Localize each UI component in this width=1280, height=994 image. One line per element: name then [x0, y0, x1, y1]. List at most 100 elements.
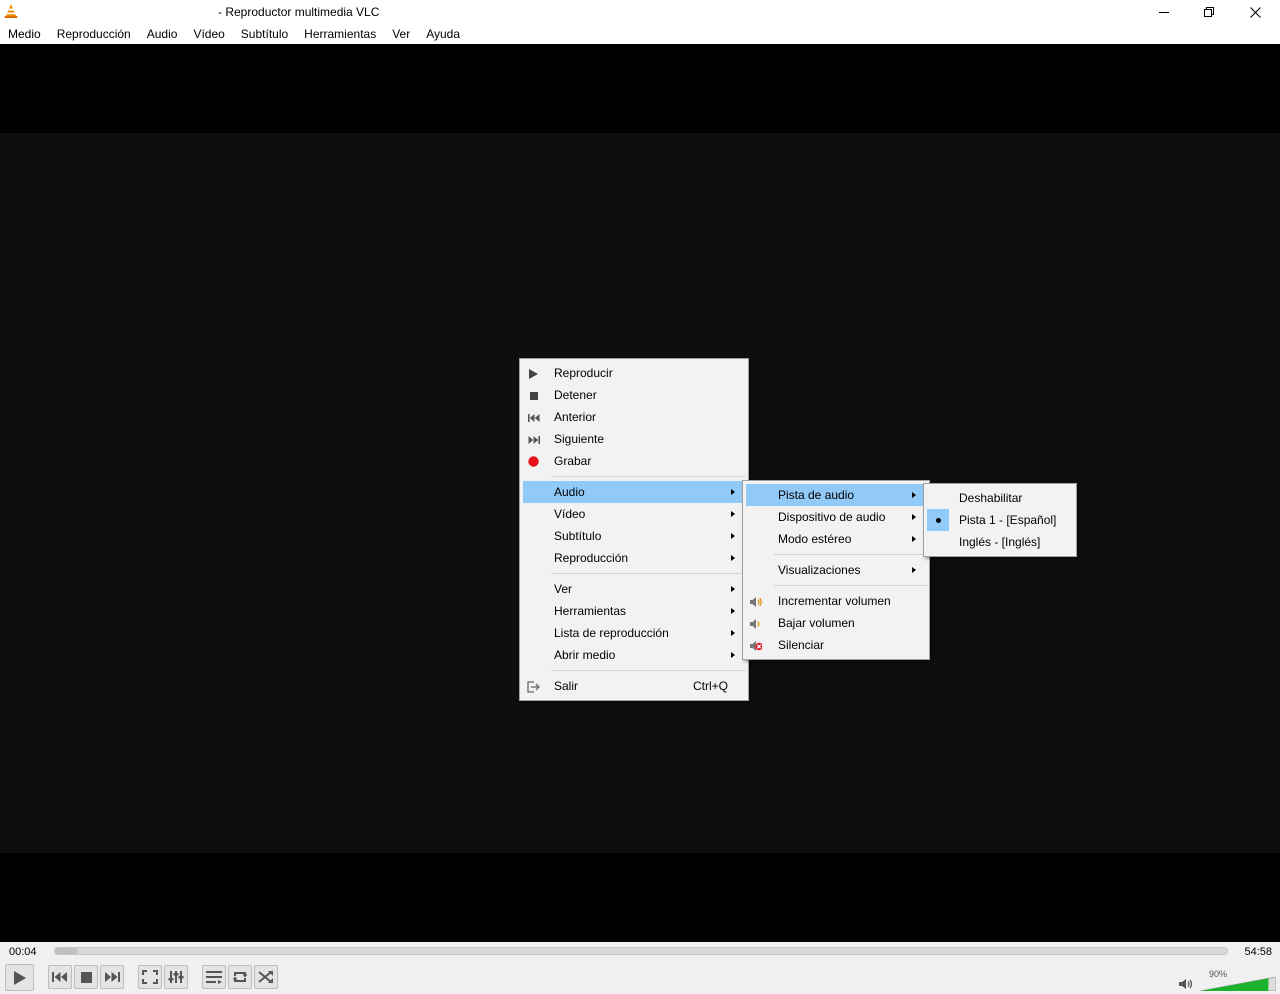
volume-slider[interactable]: [1200, 977, 1276, 991]
seek-bar-progress: [55, 948, 79, 954]
menu-separator: [551, 670, 746, 671]
submenu-arrow-icon: [731, 533, 735, 539]
submenu-arrow-icon: [731, 630, 735, 636]
close-button[interactable]: [1232, 0, 1278, 24]
submenu-arrow-icon: [731, 652, 735, 658]
vlc-cone-icon: [3, 3, 19, 19]
menu-herramientas[interactable]: Herramientas: [296, 24, 384, 44]
menu-item-pista-1-espanol[interactable]: Pista 1 - [Español]: [926, 509, 1073, 531]
next-button[interactable]: [100, 965, 124, 989]
menu-item-herramientas[interactable]: Herramientas: [523, 600, 745, 622]
shortcut-label: Ctrl+Q: [692, 679, 728, 693]
total-time: 54:58: [1244, 946, 1272, 958]
play-icon: [527, 367, 540, 380]
playlist-button[interactable]: [202, 965, 226, 989]
loop-button[interactable]: [228, 965, 252, 989]
menu-item-siguiente[interactable]: Siguiente: [523, 428, 745, 450]
previous-icon: [52, 972, 67, 982]
next-icon: [105, 972, 120, 982]
submenu-arrow-icon: [731, 608, 735, 614]
volume-icon[interactable]: [1178, 977, 1194, 994]
next-icon: [527, 433, 540, 446]
submenu-arrow-icon: [912, 514, 916, 520]
menu-separator: [551, 476, 746, 477]
menu-separator: [774, 585, 927, 586]
volume-up-icon: [749, 595, 762, 608]
elapsed-time: 00:04: [9, 946, 37, 958]
stop-icon: [80, 971, 92, 983]
submenu-arrow-icon: [731, 555, 735, 561]
menu-subtitulo[interactable]: Subtítulo: [233, 24, 296, 44]
equalizer-icon: [168, 971, 184, 983]
menu-item-modo-estereo[interactable]: Modo estéreo: [746, 528, 926, 550]
stop-icon: [527, 389, 540, 402]
menu-reproduccion[interactable]: Reproducción: [49, 24, 139, 44]
menu-item-subtitulo[interactable]: Subtítulo: [523, 525, 745, 547]
audio-submenu: Pista de audio Dispositivo de audio Modo…: [742, 480, 930, 660]
playlist-icon: [206, 971, 222, 984]
menu-item-anterior[interactable]: Anterior: [523, 406, 745, 428]
submenu-arrow-icon: [912, 492, 916, 498]
submenu-arrow-icon: [731, 489, 735, 495]
exit-icon: [527, 680, 540, 693]
window-title: - Reproductor multimedia VLC: [218, 5, 380, 19]
extended-settings-button[interactable]: [164, 965, 188, 989]
menu-item-reproduccion[interactable]: Reproducción: [523, 547, 745, 569]
menu-item-reproducir[interactable]: Reproducir: [523, 362, 745, 384]
fullscreen-icon: [142, 970, 158, 984]
previous-button[interactable]: [48, 965, 72, 989]
stop-button[interactable]: [74, 965, 98, 989]
menu-item-grabar[interactable]: Grabar: [523, 450, 745, 472]
menu-ayuda[interactable]: Ayuda: [418, 24, 468, 44]
menu-item-lista-de-reproduccion[interactable]: Lista de reproducción: [523, 622, 745, 644]
play-icon: [13, 970, 26, 985]
submenu-arrow-icon: [912, 567, 916, 573]
menu-item-ingles[interactable]: Inglés - [Inglés]: [926, 531, 1073, 553]
submenu-arrow-icon: [912, 536, 916, 542]
fullscreen-button[interactable]: [138, 965, 162, 989]
shuffle-button[interactable]: [254, 965, 278, 989]
restore-button[interactable]: [1186, 0, 1232, 24]
previous-icon: [527, 411, 540, 424]
minimize-button[interactable]: [1141, 0, 1187, 24]
playback-controls: 00:04 54:58 90%: [0, 942, 1280, 994]
submenu-arrow-icon: [731, 511, 735, 517]
speaker-icon: [1179, 979, 1193, 989]
menu-item-pista-de-audio[interactable]: Pista de audio: [746, 484, 926, 506]
menu-item-ver[interactable]: Ver: [523, 578, 745, 600]
menu-item-dispositivo-de-audio[interactable]: Dispositivo de audio: [746, 506, 926, 528]
loop-icon: [232, 972, 248, 982]
context-menu: Reproducir Detener Anterior Siguiente Gr…: [519, 358, 749, 701]
letterbox-top: [0, 44, 1280, 133]
shuffle-icon: [258, 971, 273, 983]
menu-separator: [774, 554, 927, 555]
menu-item-bajar-volumen[interactable]: Bajar volumen: [746, 612, 926, 634]
menu-bar: Medio Reproducción Audio Vídeo Subtítulo…: [0, 24, 1280, 44]
menu-item-salir[interactable]: Salir Ctrl+Q: [523, 675, 745, 697]
menu-item-incrementar-volumen[interactable]: Incrementar volumen: [746, 590, 926, 612]
menu-item-silenciar[interactable]: Silenciar: [746, 634, 926, 656]
play-button[interactable]: [5, 964, 34, 991]
menu-video[interactable]: Vídeo: [185, 24, 232, 44]
menu-item-video[interactable]: Vídeo: [523, 503, 745, 525]
radio-selected-icon: [927, 509, 949, 531]
menu-item-audio[interactable]: Audio: [523, 481, 745, 503]
letterbox-bottom: [0, 853, 1280, 942]
menu-item-deshabilitar[interactable]: Deshabilitar: [926, 487, 1073, 509]
menu-item-detener[interactable]: Detener: [523, 384, 745, 406]
menu-medio[interactable]: Medio: [0, 24, 49, 44]
mute-icon: [749, 639, 762, 652]
menu-separator: [551, 573, 746, 574]
volume-down-icon: [749, 617, 762, 630]
menu-item-abrir-medio[interactable]: Abrir medio: [523, 644, 745, 666]
close-icon: [1249, 6, 1261, 18]
submenu-arrow-icon: [731, 586, 735, 592]
title-bar: - Reproductor multimedia VLC: [0, 0, 1280, 24]
minimize-icon: [1159, 12, 1169, 13]
menu-ver[interactable]: Ver: [384, 24, 418, 44]
restore-icon: [1204, 7, 1214, 17]
seek-bar[interactable]: [54, 947, 1228, 955]
menu-item-visualizaciones[interactable]: Visualizaciones: [746, 559, 926, 581]
audio-track-submenu: Deshabilitar Pista 1 - [Español] Inglés …: [923, 483, 1077, 557]
menu-audio[interactable]: Audio: [139, 24, 186, 44]
